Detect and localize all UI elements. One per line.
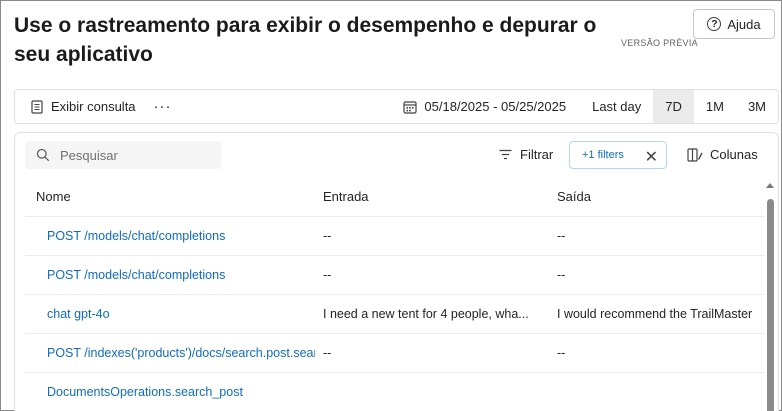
page-title: Use o rastreamento para exibir o desempe… xyxy=(14,14,597,66)
trace-input: I need a new tent for 4 people, wha... xyxy=(323,307,529,321)
trace-output: -- xyxy=(557,229,566,243)
traces-table: Nome Entrada Saída POST /models/chat/com… xyxy=(25,177,765,411)
column-header-output[interactable]: Saída xyxy=(557,189,767,204)
close-icon[interactable]: ✕ xyxy=(645,147,658,167)
view-query-label: Exibir consulta xyxy=(51,99,136,114)
date-range-picker[interactable]: 05/18/2025 - 05/25/2025 xyxy=(403,99,580,114)
search-input[interactable] xyxy=(60,147,210,163)
active-filters-label: +1 filters xyxy=(582,149,624,161)
document-icon xyxy=(31,99,43,114)
trace-input: -- xyxy=(323,346,332,360)
range-3m-button[interactable]: 3M xyxy=(736,90,778,123)
help-label: Ajuda xyxy=(727,16,761,32)
preview-badge: VERSÃO PRÉVIA xyxy=(621,38,698,48)
trace-name-link[interactable]: POST /models/chat/completions xyxy=(47,268,315,282)
traces-panel: Filtrar +1 filters ✕ Colunas Nome Entrad… xyxy=(14,132,779,411)
columns-button[interactable]: Colunas xyxy=(687,147,758,162)
scrollbar-thumb[interactable] xyxy=(767,199,774,411)
column-header-name[interactable]: Nome xyxy=(36,189,316,204)
range-last-day-button[interactable]: Last day xyxy=(580,90,653,123)
trace-output: -- xyxy=(557,346,566,360)
trace-name-link[interactable]: POST /models/chat/completions xyxy=(47,229,315,243)
table-row[interactable]: POST /models/chat/completions -- -- xyxy=(25,217,765,256)
calendar-icon xyxy=(403,100,418,114)
trace-output: I would recommend the TrailMaster xyxy=(557,307,753,321)
date-range-label: 05/18/2025 - 05/25/2025 xyxy=(424,99,567,114)
trace-name-link[interactable]: POST /indexes('products')/docs/search.po… xyxy=(47,346,315,360)
trace-input: -- xyxy=(323,229,332,243)
filter-label: Filtrar xyxy=(520,147,554,162)
filter-button[interactable]: Filtrar xyxy=(499,147,553,162)
scroll-up-arrow-icon[interactable] xyxy=(766,183,774,188)
range-1m-button[interactable]: 1M xyxy=(694,90,736,123)
toolbar: Exibir consulta ··· 05/18/2025 - 05/25/2… xyxy=(14,89,779,124)
columns-edit-icon xyxy=(687,147,703,162)
view-query-button[interactable]: Exibir consulta xyxy=(31,99,136,114)
trace-name-link[interactable]: DocumentsOperations.search_post xyxy=(47,385,315,399)
table-header-row: Nome Entrada Saída xyxy=(25,177,765,217)
range-7d-button[interactable]: 7D xyxy=(653,90,694,123)
search-icon xyxy=(36,148,50,162)
table-row[interactable]: POST /models/chat/completions -- -- xyxy=(25,256,765,295)
table-row[interactable]: chat gpt-4o I need a new tent for 4 peop… xyxy=(25,295,765,334)
help-icon: ? xyxy=(707,17,722,31)
table-row[interactable]: POST /indexes('products')/docs/search.po… xyxy=(25,334,765,373)
trace-output: -- xyxy=(557,268,566,282)
vertical-scrollbar[interactable] xyxy=(766,183,776,411)
column-header-input[interactable]: Entrada xyxy=(323,189,547,204)
active-filters-chip[interactable]: +1 filters ✕ xyxy=(569,141,667,169)
columns-label: Colunas xyxy=(710,147,758,162)
table-row[interactable]: DocumentsOperations.search_post xyxy=(25,373,765,411)
more-options-button[interactable]: ··· xyxy=(154,98,172,115)
trace-input: -- xyxy=(323,268,332,282)
search-box[interactable] xyxy=(25,141,221,169)
help-button[interactable]: ? Ajuda xyxy=(693,9,775,39)
trace-name-link[interactable]: chat gpt-4o xyxy=(47,307,315,321)
filter-icon xyxy=(499,149,512,160)
